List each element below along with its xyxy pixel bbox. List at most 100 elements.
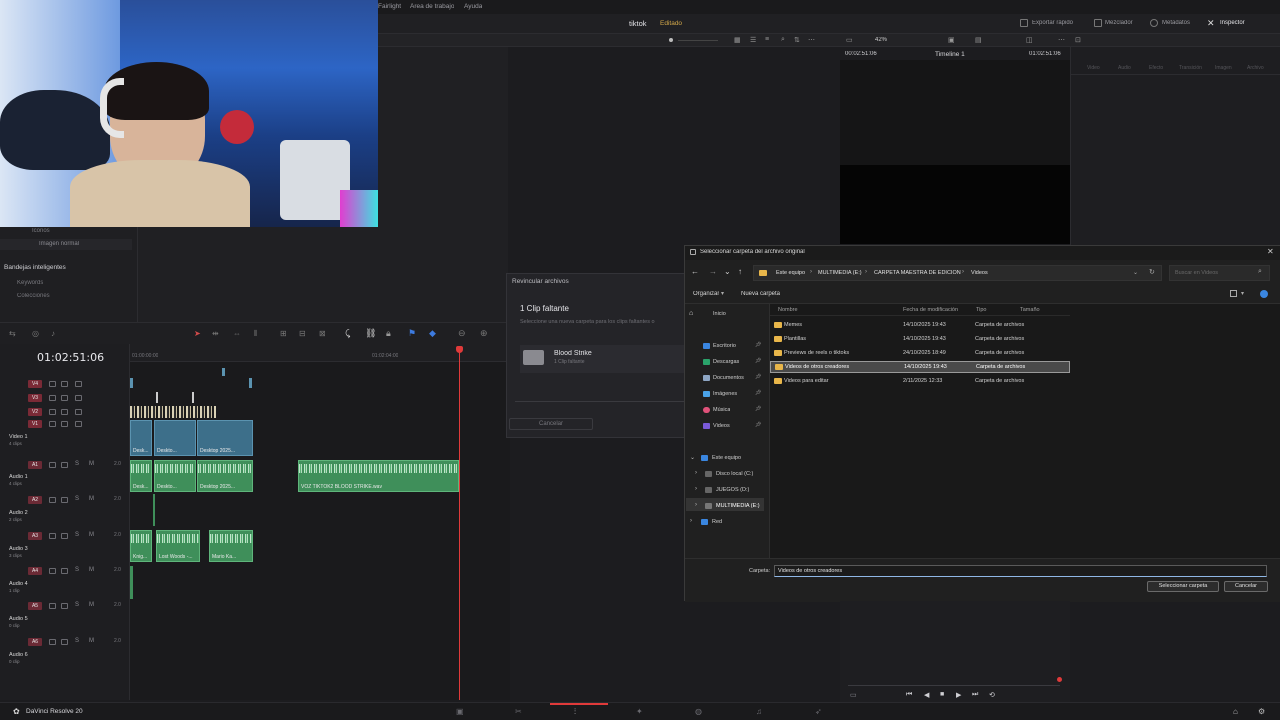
track-header-a1[interactable]: A1 S M 2.0 Audio 1 4 clips bbox=[0, 460, 130, 494]
close-icon[interactable]: ✕ bbox=[1267, 247, 1274, 256]
auto-select-icon[interactable] bbox=[61, 462, 68, 468]
tab-video[interactable]: Video bbox=[1087, 65, 1100, 71]
solo-button[interactable]: S bbox=[75, 602, 79, 608]
selection-tool-icon[interactable]: ➤ bbox=[194, 329, 201, 338]
fullscreen-icon[interactable]: ⊡ bbox=[1075, 36, 1081, 44]
breadcrumb-master-folder[interactable]: CARPETA MAESTRA DE EDICION bbox=[874, 270, 961, 276]
mic-icon[interactable]: ♪ bbox=[51, 329, 55, 338]
link-icon[interactable]: ⛓ bbox=[365, 328, 376, 339]
track-header-a5[interactable]: A5 S M 2.0 Audio 5 0 clip bbox=[0, 602, 130, 636]
cut-page-icon[interactable]: ✂ bbox=[515, 707, 522, 716]
chevron-down-icon[interactable]: ▾ bbox=[1241, 290, 1244, 297]
title-clips-strip[interactable] bbox=[130, 406, 216, 418]
breadcrumb-this-pc[interactable]: Este equipo bbox=[776, 270, 805, 276]
mute-button[interactable]: M bbox=[89, 567, 94, 573]
lock-track-icon[interactable] bbox=[49, 568, 56, 574]
play-reverse-icon[interactable]: ◀ bbox=[924, 691, 929, 699]
back-icon[interactable]: ← bbox=[691, 267, 699, 276]
timeline-selector[interactable]: Timeline 1 bbox=[935, 51, 965, 58]
mute-button[interactable]: M bbox=[89, 496, 94, 502]
list-view-icon[interactable]: ☰ bbox=[750, 36, 756, 44]
blade-tool-icon[interactable]: ⫴ bbox=[254, 329, 257, 339]
refresh-icon[interactable]: ↻ bbox=[1149, 268, 1155, 276]
nav-music[interactable]: Música bbox=[713, 407, 730, 413]
clip-marker[interactable] bbox=[222, 368, 225, 376]
auto-select-icon[interactable] bbox=[61, 395, 68, 401]
auto-select-icon[interactable] bbox=[61, 381, 68, 387]
chevron-right-icon[interactable]: › bbox=[690, 518, 692, 524]
folder-row[interactable]: Plantillas 14/10/2025 19:43 Carpeta de a… bbox=[770, 333, 1070, 345]
nav-drive-d[interactable]: JUEGOS (D:) bbox=[716, 487, 749, 493]
folder-field[interactable]: Videos de otros creadores bbox=[774, 565, 1267, 577]
solo-button[interactable]: S bbox=[75, 567, 79, 573]
clip-marker[interactable] bbox=[153, 494, 155, 526]
viewer-layout-icon[interactable]: ▭ bbox=[846, 36, 853, 44]
track-header-v4[interactable]: V4 bbox=[0, 378, 130, 390]
select-folder-button[interactable]: Seleccionar carpeta bbox=[1147, 581, 1219, 592]
zoom-in-icon[interactable]: ⊕ bbox=[480, 328, 488, 339]
solo-button[interactable]: S bbox=[75, 461, 79, 467]
forward-icon[interactable]: → bbox=[709, 267, 717, 276]
folder-row[interactable]: Memes 14/10/2025 19:43 Carpeta de archiv… bbox=[770, 319, 1070, 331]
recent-icon[interactable]: ⌄ bbox=[724, 267, 731, 276]
tab-file[interactable]: Archivo bbox=[1247, 65, 1264, 71]
lock-icon[interactable]: 🔒︎ bbox=[386, 328, 391, 339]
dynamic-trim-icon[interactable]: ⇔ bbox=[233, 329, 241, 338]
video-toggle-icon[interactable] bbox=[75, 409, 82, 415]
solo-button[interactable]: S bbox=[75, 532, 79, 538]
fusion-page-icon[interactable]: ✦ bbox=[636, 707, 643, 716]
track-header-a4[interactable]: A4 S M 2.0 Audio 4 1 clip bbox=[0, 567, 130, 601]
nav-network[interactable]: Red bbox=[712, 519, 722, 525]
auto-select-icon[interactable] bbox=[61, 639, 68, 645]
color-page-icon[interactable]: ◍ bbox=[695, 707, 702, 716]
column-name[interactable]: Nombre bbox=[778, 307, 798, 313]
settings-gear-icon[interactable]: ⚙ bbox=[1258, 707, 1265, 716]
mixer-button[interactable]: Mezclador bbox=[1105, 20, 1133, 26]
video-clip[interactable]: Deskto... bbox=[154, 420, 196, 456]
clip-icon[interactable]: ▤ bbox=[975, 36, 982, 44]
replace-clip-icon[interactable]: ⊠ bbox=[319, 329, 326, 338]
trim-tool-icon[interactable]: ⇹ bbox=[212, 329, 219, 338]
mute-button[interactable]: M bbox=[89, 602, 94, 608]
audio-clip[interactable]: Desk... bbox=[130, 460, 152, 492]
audio-clip[interactable]: VOZ TIKTOK2 BLOOD STRIKE.wav bbox=[298, 460, 459, 492]
nav-videos[interactable]: Videos bbox=[713, 423, 730, 429]
nav-documents[interactable]: Documentos bbox=[713, 375, 744, 381]
nav-drive-c[interactable]: Disco local (C:) bbox=[716, 471, 753, 477]
track-header-a6[interactable]: A6 S M 2.0 Audio 6 0 clip bbox=[0, 638, 130, 672]
metadata-button[interactable]: Metadatos bbox=[1162, 20, 1190, 26]
chevron-right-icon[interactable]: › bbox=[695, 470, 697, 476]
auto-select-icon[interactable] bbox=[61, 421, 68, 427]
audio-clip[interactable]: Knig... bbox=[130, 530, 152, 562]
audio-clip[interactable]: Lost Woods -... bbox=[156, 530, 200, 562]
tab-image[interactable]: Imagen bbox=[1215, 65, 1232, 71]
auto-select-icon[interactable] bbox=[61, 603, 68, 609]
new-folder-button[interactable]: Nueva carpeta bbox=[741, 291, 780, 297]
smart-bin-keywords[interactable]: Keywords bbox=[17, 280, 43, 286]
audio-meter-icon[interactable]: ◎ bbox=[32, 329, 39, 338]
audio-clip[interactable]: Mario Ka... bbox=[209, 530, 253, 562]
solo-button[interactable]: S bbox=[75, 496, 79, 502]
lock-track-icon[interactable] bbox=[49, 603, 56, 609]
loop-icon[interactable]: ⟲ bbox=[989, 691, 995, 699]
mute-button[interactable]: M bbox=[89, 532, 94, 538]
marker-icon[interactable]: ◆ bbox=[429, 328, 436, 339]
playhead[interactable] bbox=[459, 346, 460, 700]
column-size[interactable]: Tamaño bbox=[1020, 307, 1040, 313]
breadcrumb-videos[interactable]: Videos bbox=[971, 270, 988, 276]
solo-button[interactable]: S bbox=[75, 638, 79, 644]
scrubber-track[interactable] bbox=[848, 685, 1060, 686]
lock-track-icon[interactable] bbox=[49, 395, 56, 401]
media-page-icon[interactable]: ▣ bbox=[456, 707, 464, 716]
chevron-right-icon[interactable]: › bbox=[695, 486, 697, 492]
chevron-right-icon[interactable]: › bbox=[695, 502, 697, 508]
safe-area-icon[interactable]: ▣ bbox=[948, 36, 955, 44]
address-bar[interactable]: Este equipo › MULTIMEDIA (E:) › CARPETA … bbox=[753, 265, 1162, 281]
quick-export-button[interactable]: Exportar rápido bbox=[1032, 20, 1073, 26]
track-header-v1[interactable]: V1 Video 1 4 clips bbox=[0, 420, 130, 454]
tab-transition[interactable]: Transición bbox=[1179, 65, 1202, 71]
menu-fairlight[interactable]: Fairlight bbox=[378, 3, 401, 10]
lock-track-icon[interactable] bbox=[49, 462, 56, 468]
bin-row-selected[interactable]: Imagen normal bbox=[0, 239, 132, 250]
layout-icon[interactable]: ⇆ bbox=[9, 329, 16, 338]
